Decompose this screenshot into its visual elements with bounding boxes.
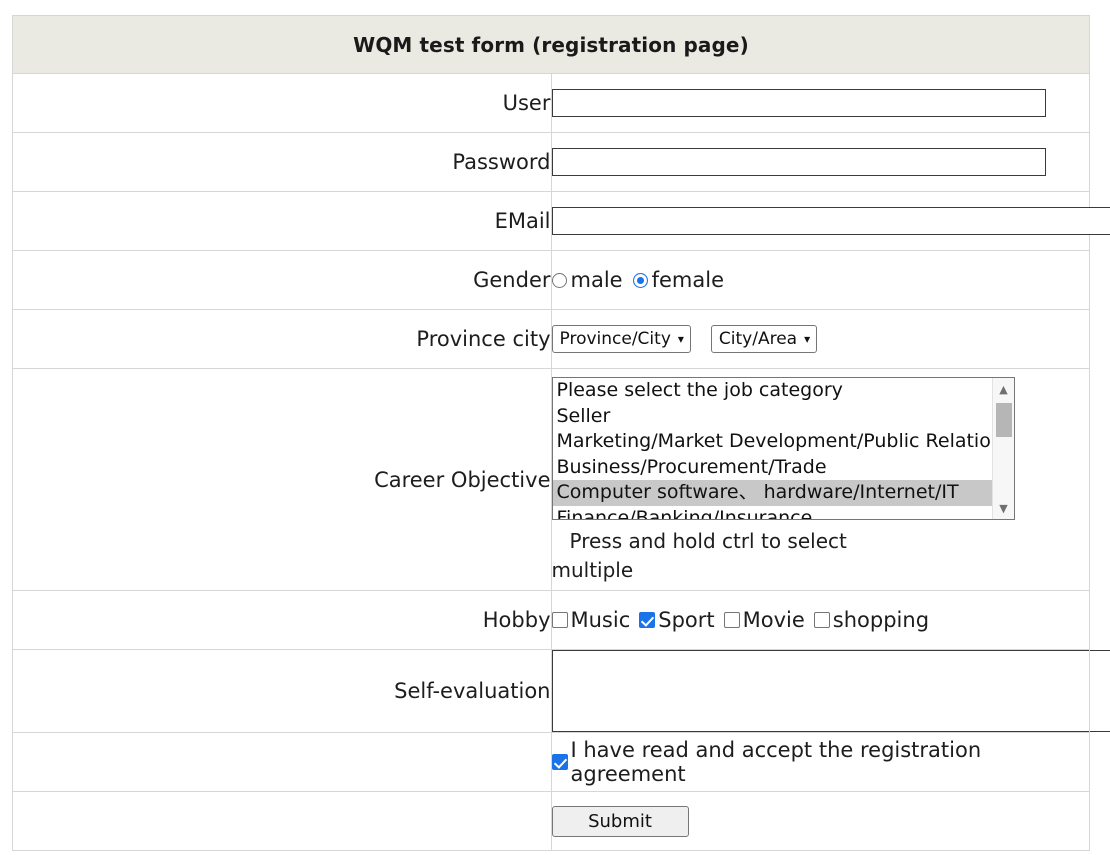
agreement-checkbox-row[interactable]: I have read and accept the registration … (551, 738, 1090, 786)
row-career-objective: Career Objective Please select the job c… (12, 368, 1090, 591)
hobby-option-movie[interactable]: Movie (723, 608, 805, 632)
listbox-option[interactable]: Marketing/Market Development/Public Rela… (553, 429, 992, 455)
registration-page: WQM test form (registration page) User P… (0, 0, 1110, 855)
row-email: EMail (12, 191, 1110, 251)
gender-option-male-label: male (570, 268, 623, 292)
self-evaluation-textarea[interactable] (551, 650, 1110, 732)
row-self-evaluation: Self-evaluation (12, 649, 1110, 733)
label-hobby: Hobby (12, 590, 552, 650)
field-email (550, 191, 1110, 251)
listbox-scrollbar[interactable]: ▲ ▼ (991, 378, 1014, 519)
hobby-checkbox-group: Music Sport Movie shopping (551, 608, 1090, 632)
label-gender: Gender (12, 250, 552, 310)
hobby-option-music[interactable]: Music (551, 608, 631, 632)
field-hobby: Music Sport Movie shopping (550, 590, 1090, 650)
province-select-value: Province/City (559, 329, 671, 349)
province-select[interactable]: Province/City ▾ (551, 325, 691, 353)
form-header-row: WQM test form (registration page) (12, 15, 1090, 74)
checkbox-unchecked-icon[interactable] (551, 612, 568, 628)
email-input[interactable] (551, 207, 1110, 235)
hobby-option-sport-label: Sport (658, 608, 715, 632)
row-gender: Gender male female (12, 250, 1090, 310)
scroll-up-arrow-icon[interactable]: ▲ (993, 380, 1014, 398)
label-submit-empty (12, 791, 552, 851)
label-user: User (12, 73, 552, 133)
scroll-down-arrow-icon[interactable]: ▼ (993, 499, 1014, 517)
label-province-city: Province city (12, 309, 552, 369)
label-self-evaluation: Self-evaluation (12, 649, 552, 733)
row-user: User (12, 73, 1090, 133)
career-hint-line-1: Press and hold ctrl to select (569, 529, 847, 553)
career-objective-listbox[interactable]: Please select the job category Seller Ma… (551, 377, 1015, 520)
checkbox-checked-icon[interactable] (639, 612, 656, 628)
field-password (550, 132, 1090, 192)
row-submit: Submit (12, 791, 1090, 851)
field-province-city: Province/City ▾ City/Area ▾ (550, 309, 1090, 369)
listbox-option[interactable]: Seller (553, 404, 992, 430)
field-user (550, 73, 1090, 133)
field-career-objective: Please select the job category Seller Ma… (550, 368, 1090, 591)
city-select-value: City/Area (718, 329, 798, 349)
chevron-down-icon: ▾ (804, 332, 811, 346)
checkbox-checked-icon[interactable] (551, 754, 568, 770)
form-title: WQM test form (registration page) (12, 15, 1090, 74)
submit-button[interactable]: Submit (551, 805, 689, 837)
registration-form-table: WQM test form (registration page) User P… (12, 15, 1110, 851)
label-career-objective: Career Objective (12, 368, 552, 591)
listbox-option-selected[interactable]: Computer software、 hardware/Internet/IT (552, 480, 992, 506)
field-agreement: I have read and accept the registration … (550, 732, 1090, 792)
checkbox-unchecked-icon[interactable] (723, 612, 740, 628)
label-agreement-empty (12, 732, 552, 792)
career-hint-line-2: multiple (551, 558, 634, 582)
hobby-option-shopping-label: shopping (832, 608, 930, 632)
province-city-select-row: Province/City ▾ City/Area ▾ (551, 325, 1090, 353)
city-select[interactable]: City/Area ▾ (710, 325, 818, 353)
hobby-option-music-label: Music (570, 608, 631, 632)
listbox-option[interactable]: Finance/Banking/Insurance (553, 506, 992, 520)
row-password: Password (12, 132, 1090, 192)
gender-option-female-label: female (651, 268, 724, 292)
row-agreement: I have read and accept the registration … (12, 732, 1090, 792)
label-email: EMail (12, 191, 552, 251)
hobby-option-movie-label: Movie (742, 608, 805, 632)
hobby-option-shopping[interactable]: shopping (813, 608, 930, 632)
gender-radio-group: male female (551, 268, 1090, 292)
agreement-label: I have read and accept the registration … (570, 738, 982, 786)
listbox-option[interactable]: Please select the job category (553, 378, 992, 404)
field-gender: male female (550, 250, 1090, 310)
hobby-option-sport[interactable]: Sport (639, 608, 715, 632)
radio-checked-icon[interactable] (632, 272, 648, 288)
gender-option-male[interactable]: male (551, 268, 623, 292)
career-objective-options: Please select the job category Seller Ma… (552, 378, 992, 520)
field-self-evaluation (550, 649, 1110, 733)
row-hobby: Hobby Music Sport Movie shopping (12, 590, 1090, 650)
scrollbar-thumb[interactable] (995, 403, 1012, 437)
career-field-wrapper: Please select the job category Seller Ma… (551, 369, 1090, 590)
label-password: Password (12, 132, 552, 192)
chevron-down-icon: ▾ (677, 332, 684, 346)
gender-option-female[interactable]: female (632, 268, 724, 292)
listbox-option[interactable]: Business/Procurement/Trade (553, 455, 992, 481)
row-province-city: Province city Province/City ▾ City/Area … (12, 309, 1090, 369)
password-input[interactable] (551, 148, 1046, 176)
user-input[interactable] (551, 89, 1046, 117)
radio-unchecked-icon[interactable] (551, 272, 567, 288)
checkbox-unchecked-icon[interactable] (813, 612, 830, 628)
field-submit: Submit (550, 791, 1090, 851)
